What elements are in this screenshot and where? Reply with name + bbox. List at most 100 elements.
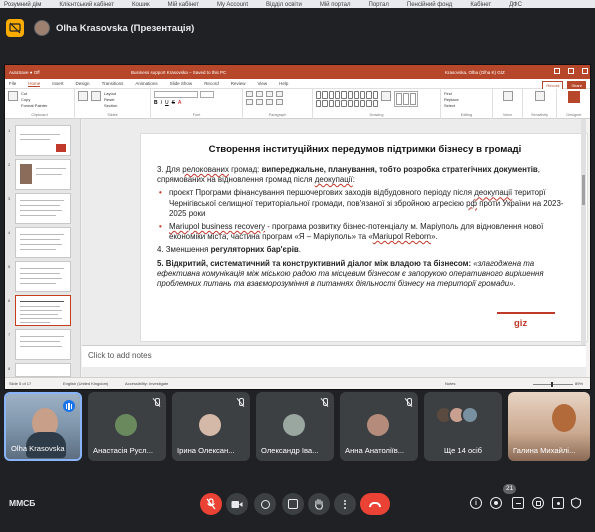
tab-transitions[interactable]: Transitions: [102, 81, 124, 86]
zoom-level[interactable]: 89%: [575, 381, 583, 386]
reuse-slides-icon[interactable]: [91, 91, 101, 101]
tab-insert[interactable]: Insert: [52, 81, 63, 86]
replace-button[interactable]: Replace: [444, 97, 459, 102]
quick-styles-gallery[interactable]: [394, 91, 418, 107]
justify-icon[interactable]: [276, 99, 283, 105]
find-button[interactable]: Find: [444, 91, 452, 96]
numbering-icon[interactable]: [256, 91, 263, 97]
slide-title[interactable]: Створення інституційних передумов підтри…: [141, 144, 589, 155]
participant-tile[interactable]: Ірина Олексан...: [172, 392, 250, 461]
mic-off-icon: [320, 398, 329, 407]
slide-thumbnail[interactable]: 2: [8, 159, 71, 190]
font-family-select[interactable]: [154, 91, 198, 98]
safety-button[interactable]: [570, 497, 582, 509]
account-name[interactable]: Krasovska, Olha (Olha K) GIZ: [445, 70, 505, 75]
strike-icon[interactable]: S: [172, 100, 175, 106]
ribbon-group-paragraph: Paragraph: [243, 89, 313, 119]
slide-thumbnail[interactable]: 1: [8, 125, 71, 156]
activities-button[interactable]: [532, 497, 544, 509]
more-participants-tile[interactable]: Ще 14 осіб: [424, 392, 502, 461]
paste-icon[interactable]: [8, 91, 18, 101]
shapes-gallery[interactable]: [316, 91, 378, 107]
accessibility-status[interactable]: Accessibility: Investigate: [125, 381, 168, 386]
tab-view[interactable]: View: [257, 81, 267, 86]
maximize-icon[interactable]: [568, 68, 574, 74]
notes-toggle[interactable]: Notes: [445, 381, 455, 386]
presenter-indicator[interactable]: Olha Krasovska (Презентація): [34, 17, 194, 39]
slide-body[interactable]: 3. Для релокованих громад: випереджальне…: [157, 165, 577, 292]
format-painter-button[interactable]: Format Painter: [21, 103, 47, 108]
tab-help[interactable]: Help: [279, 81, 288, 86]
align-center-icon[interactable]: [256, 99, 263, 105]
vertical-scrollbar[interactable]: [581, 119, 586, 345]
italic-icon[interactable]: I: [161, 100, 162, 106]
mic-toggle-button[interactable]: [200, 493, 222, 515]
slide-thumbnail-selected[interactable]: 6: [8, 295, 71, 326]
thumbnail-number: 3: [8, 196, 11, 201]
scroll-thumb[interactable]: [582, 175, 585, 205]
notes-pane[interactable]: Click to add notes: [82, 345, 586, 367]
sensitivity-icon[interactable]: [534, 91, 545, 101]
select-button[interactable]: Select: [444, 103, 455, 108]
tab-record[interactable]: Record: [204, 81, 219, 86]
align-right-icon[interactable]: [266, 99, 273, 105]
tab-design[interactable]: Design: [76, 81, 90, 86]
underline-icon[interactable]: U: [165, 100, 169, 106]
host-controls-button[interactable]: [552, 497, 564, 509]
meet-top-bar: Olha Krasovska (Презентація): [0, 8, 595, 46]
meeting-details-button[interactable]: i: [470, 497, 482, 509]
people-button[interactable]: [490, 497, 502, 509]
new-slide-icon[interactable]: [78, 91, 88, 101]
slide-thumbnail[interactable]: 4: [8, 227, 71, 258]
slide-thumbnail[interactable]: 5: [8, 261, 71, 292]
current-slide[interactable]: Створення інституційних передумов підтри…: [140, 133, 588, 342]
raise-hand-button[interactable]: [308, 493, 330, 515]
cut-button[interactable]: Cut: [21, 91, 47, 96]
camera-toggle-button[interactable]: [226, 493, 248, 515]
font-color-icon[interactable]: A: [178, 100, 181, 106]
slide-thumbnail[interactable]: 3: [8, 193, 71, 224]
language-status[interactable]: English (United Kingdom): [63, 381, 108, 386]
bold-icon[interactable]: B: [154, 100, 158, 106]
arrange-icon[interactable]: [381, 91, 391, 101]
layout-button[interactable]: Layout: [104, 91, 117, 96]
more-options-button[interactable]: [334, 493, 356, 515]
participant-tile[interactable]: Анна Анатоліїв...: [340, 392, 418, 461]
presentation-warning-button[interactable]: [6, 19, 24, 37]
section-button[interactable]: Section: [104, 103, 117, 108]
minimize-icon[interactable]: [554, 68, 560, 74]
dictate-icon[interactable]: [502, 91, 513, 101]
bullets-icon[interactable]: [246, 91, 253, 97]
leave-call-button[interactable]: [360, 493, 390, 515]
designer-icon[interactable]: [568, 91, 580, 103]
participant-tile-self[interactable]: Olha Krasovska: [4, 392, 82, 461]
participant-name: Анна Анатоліїв...: [345, 446, 405, 455]
zoom-thumb[interactable]: [551, 382, 553, 387]
group-label: Voice: [502, 113, 513, 117]
slide-thumbnail[interactable]: 7: [8, 329, 71, 360]
reset-button[interactable]: Reset: [104, 97, 117, 102]
mic-off-icon: [152, 398, 161, 407]
tab-home[interactable]: Home: [28, 81, 41, 87]
close-icon[interactable]: [582, 68, 588, 74]
tab-file[interactable]: File: [9, 81, 16, 86]
indent-icon[interactable]: [266, 91, 273, 97]
tab-review[interactable]: Review: [231, 81, 246, 86]
emoji-button[interactable]: [254, 493, 276, 515]
participant-tile[interactable]: Анастасія Русл...: [88, 392, 166, 461]
line-spacing-icon[interactable]: [276, 91, 283, 97]
notes-placeholder: Click to add notes: [88, 351, 152, 360]
participant-tile[interactable]: Олександр Іва...: [256, 392, 334, 461]
font-size-select[interactable]: [200, 91, 214, 98]
tab-animations[interactable]: Animations: [135, 81, 157, 86]
zoom-slider[interactable]: [533, 382, 573, 387]
chat-button[interactable]: [512, 497, 524, 509]
tab-slide-show[interactable]: Slide Show: [170, 81, 193, 86]
participant-tile[interactable]: Галина Михайлі...: [508, 392, 590, 461]
avatar: [115, 414, 137, 436]
slide-thumbnail[interactable]: 8: [8, 363, 71, 377]
autosave-label[interactable]: AutoSave ● Off: [9, 70, 40, 75]
align-left-icon[interactable]: [246, 99, 253, 105]
present-button[interactable]: [282, 493, 304, 515]
copy-button[interactable]: Copy: [21, 97, 47, 102]
